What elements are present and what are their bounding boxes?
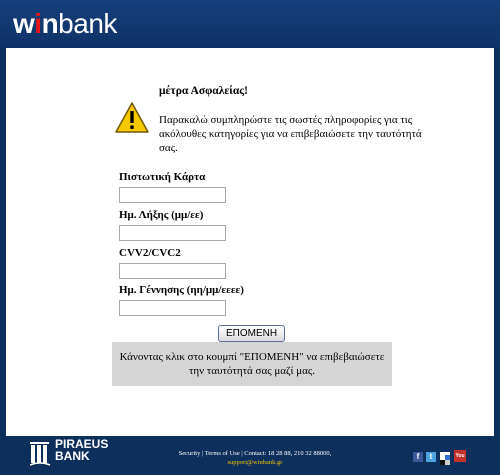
- delicious-glyph-icon: [440, 455, 450, 465]
- card-number-label: Πιστωτική Κάρτα: [119, 171, 206, 183]
- main-panel: μέτρα Ασφαλείας! Παρακαλώ συμπληρώστε τι…: [6, 48, 494, 436]
- delicious-icon[interactable]: [440, 452, 450, 465]
- facebook-icon[interactable]: f: [413, 452, 423, 462]
- youtube-glyph: You: [455, 453, 465, 459]
- terms-link[interactable]: Terms of Use: [205, 450, 240, 457]
- youtube-icon[interactable]: You: [454, 450, 466, 462]
- header: winbank: [0, 0, 500, 48]
- warning-icon: [115, 102, 149, 133]
- security-title: μέτρα Ασφαλείας!: [159, 85, 248, 97]
- facebook-glyph: f: [416, 452, 420, 461]
- winbank-logo[interactable]: winbank: [13, 9, 117, 39]
- logo-w: w: [13, 8, 35, 39]
- confirmation-note: Κάνοντας κλικ στο κουμπί "ΕΠΟΜΕΝΗ" να επ…: [112, 342, 392, 386]
- expiry-date-label: Ημ. Λήξης (μμ/εε): [119, 209, 204, 221]
- card-number-input[interactable]: [119, 187, 226, 203]
- twitter-icon[interactable]: t: [426, 452, 436, 462]
- footer: PIRAEUS BANK Security | Terms of Use | C…: [0, 436, 500, 475]
- support-email-link[interactable]: support@winbank.gr: [228, 459, 283, 466]
- birth-date-label: Ημ. Γέννησης (ηη/μμ/εεεε): [119, 284, 244, 296]
- cvv-input[interactable]: [119, 263, 226, 279]
- piraeus-bank-logo-icon: [30, 442, 51, 466]
- twitter-glyph: t: [429, 452, 433, 461]
- security-link[interactable]: Security: [179, 450, 201, 457]
- expiry-date-input[interactable]: [119, 225, 226, 241]
- next-button[interactable]: ΕΠΟΜΕΝΗ: [218, 325, 285, 342]
- cvv-label: CVV2/CVC2: [119, 247, 181, 259]
- logo-bank: bank: [58, 8, 117, 39]
- footer-links: Security | Terms of Use | Contact: 18 28…: [140, 449, 370, 467]
- piraeus-wordmark-line2: BANK: [55, 449, 90, 463]
- logo-i: i: [34, 8, 42, 39]
- logo-n: n: [41, 8, 59, 39]
- contact-text: Contact: 18 28 88, 210 32 88000,: [244, 450, 332, 457]
- birth-date-input[interactable]: [119, 300, 226, 316]
- intro-text: Παρακαλώ συμπληρώστε τις σωστές πληροφορ…: [159, 114, 422, 154]
- piraeus-bank-wordmark: PIRAEUS BANK: [55, 438, 108, 462]
